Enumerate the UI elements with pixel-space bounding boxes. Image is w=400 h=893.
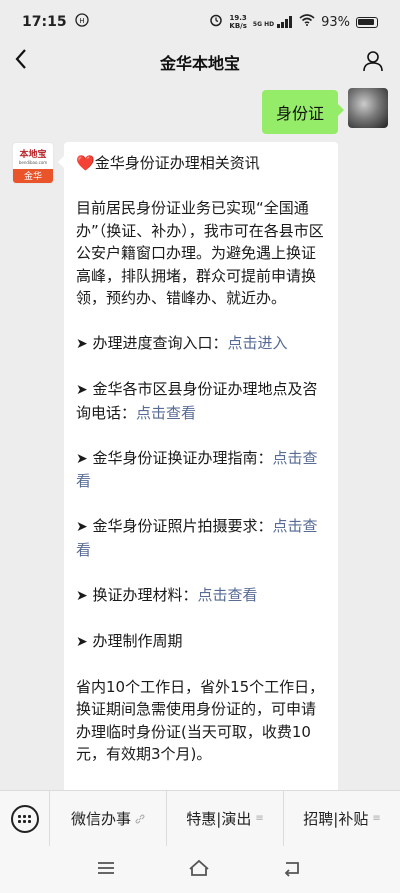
bot-logo-text: 本地宝 [19,150,47,160]
recent-apps-button[interactable] [96,860,116,879]
hd-icon: H [74,13,89,31]
arrow-icon: ➤ [76,633,88,650]
progress-query-link[interactable]: 点击进入 [228,334,288,352]
arrow-icon: ➤ [76,336,88,352]
arrow-icon: ➤ [76,519,88,535]
bottom-menu: 微信办事 特惠|演出 ≡ 招聘|补贴 ≡ [0,790,400,847]
profile-button[interactable] [362,50,384,76]
signal-icon: 5G HD [253,16,293,28]
cycle-text: 省内10个工作日，省外15个工作日，换证期间急需使用身份证的，可申请办理临时身份… [76,677,325,764]
locations-link[interactable]: 点击查看 [136,404,196,422]
list-item-text: 金华各市区县身份证办理地点及咨询电话： [76,380,318,422]
keyboard-toggle-button[interactable] [0,790,50,847]
list-item-text: 金华身份证换证办理指南： [92,448,273,467]
menu-deals-shows[interactable]: 特惠|演出 ≡ [167,790,284,847]
chat-title: 金华本地宝 [159,54,240,73]
net-speed: 19.3 KB/s [229,14,246,30]
alarm-icon [209,13,223,31]
system-nav-bar [0,846,400,893]
bot-logo-domain: bendibao.com [18,160,48,165]
svg-text:H: H [79,17,84,25]
bot-message-bubble[interactable]: ❤️金华身份证办理相关资讯 目前居民身份证业务已实现“全国通办”（换证、补办），… [58,142,338,790]
keyboard-icon [10,804,39,833]
submenu-icon: ≡ [372,813,381,824]
system-back-button[interactable] [282,859,304,881]
list-item: ➤ 金华身份证换证办理指南：点击查看 [76,447,326,493]
message-title-text: 金华身份证办理相关资讯 [94,154,260,172]
arrow-icon: ➤ [76,450,88,467]
menu-jobs-subsidies[interactable]: 招聘|补贴 ≡ [284,791,400,847]
list-item: ➤ 换证办理材料：点击查看 [76,584,326,608]
bot-logo-city: 金华 [13,169,53,183]
battery-percent: 93% [321,14,350,30]
net-speed-unit: KB/s [229,22,247,30]
status-bar: 17:15 H 19.3 KB/s 5G HD 93% [0,0,400,44]
my-message: 身份证 [261,88,388,134]
message-intro: 目前居民身份证业务已实现“全国通办”（换证、补办），我市可在各县市区公安户籍窗口… [76,199,324,307]
bot-avatar[interactable]: 本地宝 bendibao.com 金华 [12,142,54,184]
list-item: ➤ 金华身份证照片拍摄要求：点击查看 [76,515,326,561]
battery-icon [356,16,378,28]
nav-bar: 金华本地宝 [0,44,400,80]
list-item-text: 办理制作周期 [92,631,183,650]
menu-item-label: 特惠|演出 [186,810,252,828]
menu-item-label: 招聘|补贴 [303,810,369,828]
bot-logo: 本地宝 bendibao.com [13,143,53,169]
submenu-icon: ≡ [255,813,264,824]
net-speed-value: 19.3 [229,14,247,22]
arrow-icon: ➤ [76,587,88,604]
home-button[interactable] [187,859,211,881]
list-item-text: 办理进度查询入口： [92,334,228,352]
back-arrow-icon [285,861,300,877]
list-item-text: 换证办理材料： [92,585,198,604]
my-message-bubble[interactable]: 身份证 [261,90,345,134]
wifi-icon [299,14,315,30]
menu-item-label: 微信办事 [70,810,131,828]
heart-icon: ❤️ [76,154,95,172]
list-item: ➤ 办理进度查询入口：点击进入 [76,332,326,356]
back-button[interactable] [14,48,28,76]
status-time: 17:15 [22,14,67,30]
home-icon [189,859,209,876]
arrow-icon: ➤ [76,382,88,398]
chevron-left-icon [15,49,26,69]
message-title: ❤️金华身份证办理相关资讯 [76,152,326,175]
list-item: ➤ 办理制作周期 [76,630,326,654]
user-icon [363,51,383,72]
link-icon [135,814,145,823]
signal-label: 5G HD [252,21,275,28]
list-item-text: 金华身份证照片拍摄要求： [92,517,273,535]
materials-link[interactable]: 点击查看 [198,586,258,604]
chat-area[interactable]: 身份证 本地宝 bendibao.com 金华 ❤️金华身份证办理相关资讯 目前… [0,80,400,790]
menu-icon [97,862,114,874]
menu-weixin-services[interactable]: 微信办事 [50,790,167,847]
my-avatar[interactable] [348,88,388,128]
list-item: ➤ 金华各市区县身份证办理地点及咨询电话：点击查看 [76,378,326,424]
